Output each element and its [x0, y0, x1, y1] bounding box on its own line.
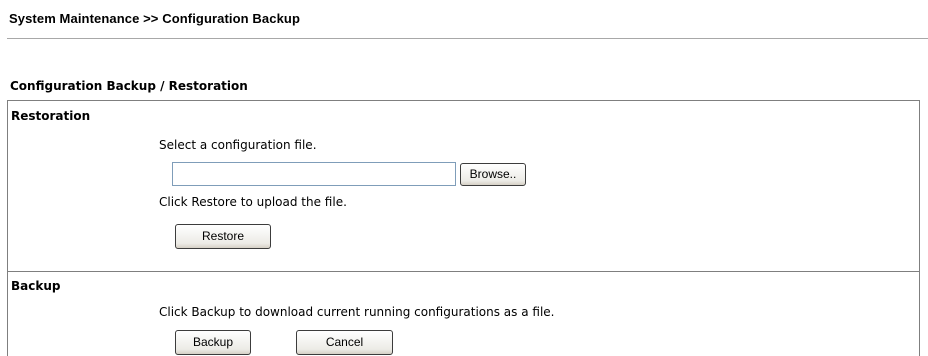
restore-instruction-text: Click Restore to upload the file. [159, 195, 347, 209]
cancel-button[interactable]: Cancel [296, 330, 393, 355]
restoration-label: Restoration [11, 109, 91, 123]
config-file-input[interactable] [172, 162, 456, 186]
title-divider [7, 38, 928, 39]
backup-restoration-panel: Restoration Select a configuration file.… [7, 100, 920, 356]
backup-instruction-text: Click Backup to download current running… [159, 305, 555, 319]
restore-button[interactable]: Restore [175, 224, 271, 249]
page-title: System Maintenance >> Configuration Back… [9, 11, 300, 26]
panel-divider [8, 271, 919, 272]
backup-label: Backup [11, 279, 61, 293]
select-file-text: Select a configuration file. [159, 138, 317, 152]
backup-button[interactable]: Backup [175, 330, 251, 355]
section-heading: Configuration Backup / Restoration [10, 79, 248, 93]
browse-button[interactable]: Browse.. [460, 163, 526, 186]
